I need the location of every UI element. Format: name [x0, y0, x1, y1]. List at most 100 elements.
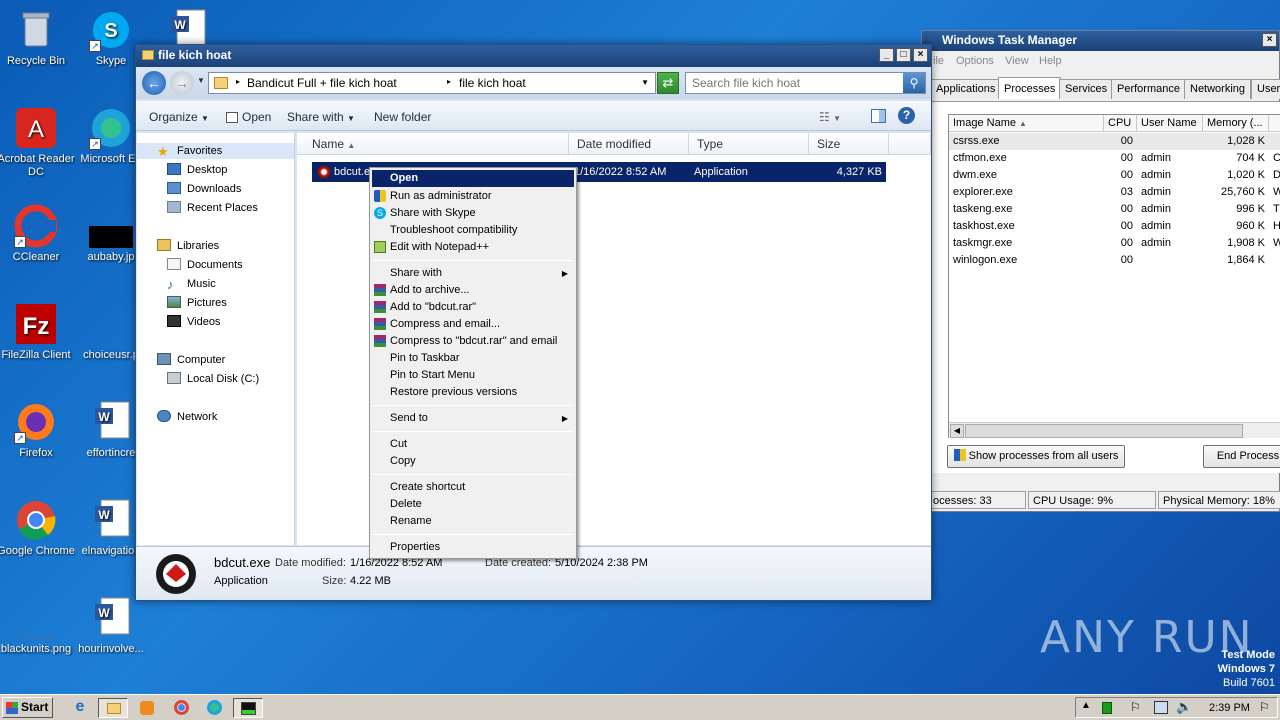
nav-desktop[interactable]: Desktop: [167, 162, 227, 178]
desktop-icon-filezilla[interactable]: Fz FileZilla Client: [0, 302, 75, 362]
horizontal-scrollbar[interactable]: ◀: [949, 422, 1280, 438]
show-all-processes-button[interactable]: Show processes from all users: [947, 445, 1125, 468]
nav-pictures[interactable]: Pictures: [167, 295, 227, 311]
end-process-button[interactable]: End Process: [1203, 445, 1280, 468]
process-row[interactable]: ctfmon.exe 00 admin 704 K C: [949, 150, 1280, 167]
menu-file[interactable]: ile: [933, 55, 944, 67]
volume-icon[interactable]: 🔈: [1176, 699, 1192, 715]
refresh-button[interactable]: ⇄: [657, 72, 679, 94]
search-input[interactable]: [692, 76, 892, 90]
address-dropdown-icon[interactable]: ▼: [641, 78, 649, 87]
menu-options[interactable]: Options: [956, 55, 994, 67]
menu-properties[interactable]: Properties: [372, 539, 574, 556]
menu-pin-start[interactable]: Pin to Start Menu: [372, 367, 574, 384]
recent-pages-dropdown[interactable]: ▼: [197, 76, 205, 85]
close-button[interactable]: ×: [1262, 33, 1277, 47]
process-row[interactable]: taskeng.exe 00 admin 996 K T: [949, 201, 1280, 218]
nav-favorites[interactable]: ★ Favorites: [137, 143, 294, 159]
edge-taskbar-icon[interactable]: [203, 698, 227, 718]
process-row[interactable]: winlogon.exe 00 1,864 K: [949, 252, 1280, 269]
menu-send-to[interactable]: Send to ▶: [372, 410, 574, 427]
menu-share-with[interactable]: Share with ▶: [372, 265, 574, 282]
desktop-icon-blackunits[interactable]: blackunits.png: [0, 596, 75, 656]
col-type[interactable]: Type: [689, 133, 809, 155]
menu-add-archive[interactable]: Add to archive...: [372, 282, 574, 299]
action-center-flag-icon[interactable]: ⚐: [1130, 700, 1141, 714]
close-button[interactable]: ×: [913, 48, 928, 62]
desktop-icon-hourinvolve[interactable]: W hourinvolve...: [72, 596, 150, 656]
desktop-icon-recycle-bin[interactable]: Recycle Bin: [0, 8, 75, 68]
view-options-icon[interactable]: ☷ ▼: [819, 110, 841, 124]
desktop-icon-chrome[interactable]: Google Chrome: [0, 498, 75, 558]
process-row[interactable]: dwm.exe 00 admin 1,020 K D: [949, 167, 1280, 184]
task-manager-taskbar-icon[interactable]: [233, 698, 263, 718]
tab-services[interactable]: Services: [1059, 79, 1114, 99]
menu-restore-versions[interactable]: Restore previous versions: [372, 384, 574, 401]
col-name[interactable]: Name ▲: [297, 133, 569, 155]
task-manager-titlebar[interactable]: Windows Task Manager ×: [922, 31, 1279, 51]
nav-videos[interactable]: Videos: [167, 314, 220, 330]
scrollbar-thumb[interactable]: [965, 424, 1243, 438]
col-image-name[interactable]: Image Name ▲: [949, 115, 1104, 132]
forward-button[interactable]: →: [170, 71, 194, 95]
explorer-taskbar-icon[interactable]: [98, 698, 128, 718]
col-user-name[interactable]: User Name: [1137, 115, 1203, 132]
nav-music[interactable]: ♪ Music: [167, 276, 216, 292]
nav-recent-places[interactable]: Recent Places: [167, 200, 258, 216]
desktop-icon-ccleaner[interactable]: ↗ CCleaner: [0, 204, 75, 264]
tab-applications[interactable]: Applications: [930, 79, 1002, 99]
menu-create-shortcut[interactable]: Create shortcut: [372, 479, 574, 496]
show-desktop-flag-icon[interactable]: ⚐: [1259, 700, 1270, 714]
nav-network[interactable]: Network: [157, 409, 217, 425]
col-size[interactable]: Size: [809, 133, 889, 155]
menu-pin-taskbar[interactable]: Pin to Taskbar: [372, 350, 574, 367]
menu-cut[interactable]: Cut: [372, 436, 574, 453]
maximize-button[interactable]: □: [896, 48, 911, 62]
menu-troubleshoot[interactable]: Troubleshoot compatibility: [372, 222, 574, 239]
desktop-icon-acrobat[interactable]: A Acrobat Reader DC: [0, 106, 75, 179]
tab-networking[interactable]: Networking: [1184, 79, 1252, 99]
nav-downloads[interactable]: Downloads: [167, 181, 241, 197]
menu-compress-email[interactable]: Compress and email...: [372, 316, 574, 333]
menu-edit-notepadpp[interactable]: Edit with Notepad++: [372, 239, 574, 256]
open-button[interactable]: Open: [226, 110, 271, 124]
tray-green-icon[interactable]: [1102, 702, 1112, 714]
address-bar[interactable]: ▸ Bandicut Full + file kich hoat ▸ file …: [208, 72, 656, 94]
menu-open[interactable]: Open: [372, 170, 574, 187]
start-button[interactable]: Start: [2, 697, 53, 718]
breadcrumb-item[interactable]: file kich hoat: [459, 76, 526, 90]
clock[interactable]: 2:39 PM: [1209, 702, 1250, 714]
menu-delete[interactable]: Delete: [372, 496, 574, 513]
menu-add-rar[interactable]: Add to "bdcut.rar": [372, 299, 574, 316]
ie-taskbar-icon[interactable]: e: [68, 698, 92, 718]
share-with-button[interactable]: Share with ▼: [287, 110, 355, 124]
col-memory[interactable]: Memory (...: [1203, 115, 1269, 132]
nav-computer[interactable]: Computer: [157, 352, 225, 368]
col-extra[interactable]: [1269, 115, 1280, 132]
menu-share-skype[interactable]: S Share with Skype: [372, 205, 574, 222]
back-button[interactable]: ←: [142, 71, 166, 95]
nav-documents[interactable]: Documents: [167, 257, 243, 273]
new-folder-button[interactable]: New folder: [374, 110, 431, 124]
nav-libraries[interactable]: Libraries: [157, 238, 219, 254]
help-icon[interactable]: ?: [898, 107, 915, 124]
show-hidden-icons-icon[interactable]: ▲: [1081, 700, 1091, 711]
tab-users[interactable]: Users: [1251, 79, 1280, 99]
breadcrumb-item[interactable]: Bandicut Full + file kich hoat: [247, 76, 397, 90]
search-box[interactable]: ⚲: [685, 72, 926, 94]
search-button[interactable]: ⚲: [903, 73, 925, 93]
nav-local-disk[interactable]: Local Disk (C:): [167, 371, 259, 387]
preview-pane-icon[interactable]: [871, 109, 886, 123]
menu-rename[interactable]: Rename: [372, 513, 574, 530]
process-row[interactable]: explorer.exe 03 admin 25,760 K W: [949, 184, 1280, 201]
media-player-taskbar-icon[interactable]: [136, 698, 160, 718]
desktop-icon-firefox[interactable]: ↗ Firefox: [0, 400, 75, 460]
col-date-modified[interactable]: Date modified: [569, 133, 689, 155]
menu-view[interactable]: View: [1005, 55, 1029, 67]
tab-processes[interactable]: Processes: [998, 77, 1062, 99]
menu-compress-rar-email[interactable]: Compress to "bdcut.rar" and email: [372, 333, 574, 350]
process-row[interactable]: taskmgr.exe 00 admin 1,908 K W: [949, 235, 1280, 252]
explorer-titlebar[interactable]: file kich hoat _ □ ×: [136, 45, 931, 67]
tab-performance[interactable]: Performance: [1111, 79, 1186, 99]
process-row[interactable]: csrss.exe 00 1,028 K: [949, 133, 1280, 150]
